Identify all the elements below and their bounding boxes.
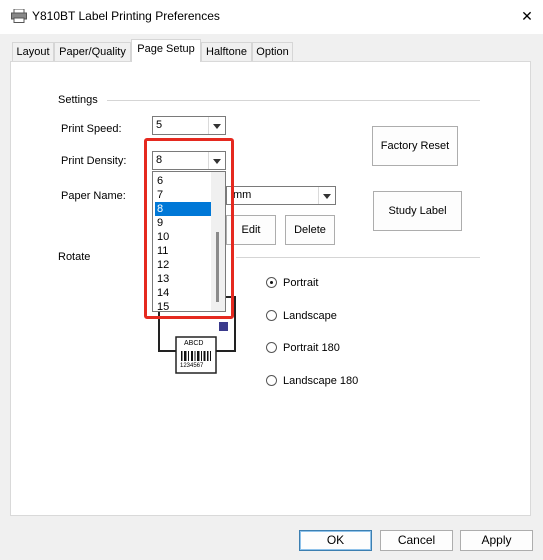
close-icon[interactable]: ✕	[518, 7, 536, 25]
print-speed-select[interactable]: 5	[152, 116, 226, 135]
tab-page-setup[interactable]: Page Setup	[131, 39, 201, 62]
paper-name-value: mm	[233, 189, 252, 201]
landscape-180-label[interactable]: Landscape 180	[283, 375, 358, 387]
cancel-button[interactable]: Cancel	[380, 530, 453, 551]
settings-divider	[107, 100, 480, 101]
rotate-group-title: Rotate	[58, 251, 91, 263]
portrait-radio[interactable]	[266, 277, 277, 288]
chevron-down-icon[interactable]	[208, 117, 225, 134]
tab-option[interactable]: Option	[252, 42, 293, 61]
apply-button[interactable]: Apply	[460, 530, 533, 551]
highlight-box	[144, 138, 234, 319]
landscape-radio[interactable]	[266, 310, 277, 321]
settings-group-title: Settings	[58, 94, 98, 106]
factory-reset-button[interactable]: Factory Reset	[372, 126, 458, 166]
preview-label-bottom: 1234567	[180, 363, 204, 369]
print-speed-value: 5	[156, 119, 163, 131]
ok-button[interactable]: OK	[299, 530, 372, 551]
portrait-180-label[interactable]: Portrait 180	[283, 342, 340, 354]
printer-icon	[11, 8, 27, 23]
rotate-divider	[236, 257, 480, 258]
landscape-label[interactable]: Landscape	[283, 310, 337, 322]
print-speed-label: Print Speed:	[61, 123, 122, 135]
tab-layout[interactable]: Layout	[12, 42, 54, 61]
paper-name-label: Paper Name:	[61, 190, 126, 202]
landscape-180-radio[interactable]	[266, 375, 277, 386]
delete-button[interactable]: Delete	[285, 215, 335, 245]
paper-name-select[interactable]: mm	[226, 186, 336, 205]
portrait-180-radio[interactable]	[266, 342, 277, 353]
chevron-down-icon[interactable]	[318, 187, 335, 204]
portrait-label[interactable]: Portrait	[283, 277, 318, 289]
tab-halftone[interactable]: Halftone	[201, 42, 252, 61]
window-title: Y810BT Label Printing Preferences	[32, 9, 220, 23]
tab-paper-quality[interactable]: Paper/Quality	[54, 42, 131, 61]
preview-label-top: ABCD	[184, 340, 204, 347]
print-density-label: Print Density:	[61, 155, 127, 167]
study-label-button[interactable]: Study Label	[373, 191, 462, 231]
